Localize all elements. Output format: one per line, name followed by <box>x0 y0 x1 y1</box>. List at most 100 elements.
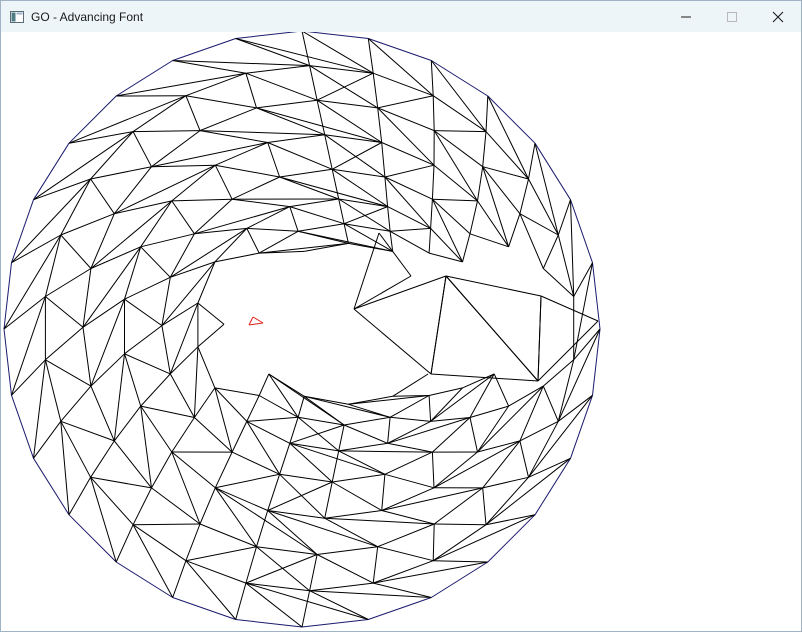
mesh-edge <box>331 450 340 483</box>
mesh-edge <box>431 198 463 263</box>
mesh-edge <box>44 234 62 297</box>
mesh-edge <box>353 308 432 375</box>
mesh-edge <box>557 328 601 422</box>
mesh-edge <box>316 554 374 584</box>
mesh-edge <box>169 346 199 375</box>
mesh-edge <box>82 327 92 387</box>
boundary-edge <box>368 38 432 61</box>
mesh-edge <box>298 223 345 232</box>
mesh-edge <box>430 60 434 96</box>
mesh-edge <box>185 72 247 97</box>
mesh-edge <box>115 524 134 563</box>
mesh-edge <box>519 385 544 442</box>
mesh-edge <box>389 230 430 254</box>
mesh-edge <box>185 546 257 562</box>
mesh-edge <box>384 164 435 178</box>
mesh-edge <box>289 424 345 444</box>
mesh-edge <box>432 524 487 562</box>
mesh-edge <box>432 95 487 133</box>
mesh-edge <box>214 451 233 489</box>
mesh-edge <box>344 416 391 426</box>
boundary-edge <box>11 395 34 459</box>
mesh-edge <box>433 164 478 202</box>
mesh-edge <box>338 424 345 452</box>
mesh-edge <box>193 387 216 418</box>
mesh-edge <box>508 213 521 247</box>
mesh-edge <box>268 373 345 426</box>
mesh-edge <box>482 131 487 167</box>
mesh-edge <box>172 60 310 67</box>
mesh-edge <box>537 295 542 382</box>
mesh-edge <box>214 164 233 200</box>
mesh-canvas[interactable] <box>1 32 801 631</box>
mesh-edge <box>381 474 386 511</box>
mesh-edge <box>377 546 434 562</box>
mesh-edge <box>90 200 173 269</box>
mesh-edge <box>245 554 318 584</box>
boundary-edge <box>487 95 536 144</box>
mesh-edge <box>377 95 434 109</box>
mesh-edge <box>171 417 195 453</box>
mesh-edge <box>324 481 333 519</box>
mesh-edge <box>279 176 339 200</box>
mesh-edge <box>256 546 318 555</box>
mesh-edge <box>519 213 544 269</box>
mesh-edge <box>331 142 382 170</box>
mesh-edge <box>428 395 432 422</box>
mesh-edge <box>60 385 92 422</box>
mesh-edge <box>309 554 318 591</box>
mesh-edge <box>68 95 187 144</box>
boundary-edge <box>11 199 34 263</box>
mesh-edge <box>169 233 195 278</box>
mesh-edge <box>387 206 431 229</box>
mesh-edge <box>194 417 233 453</box>
boundary-edge <box>534 142 571 200</box>
mesh-edge <box>197 261 216 304</box>
mesh-edge <box>432 198 478 202</box>
mesh-edge <box>124 353 142 407</box>
minimize-button[interactable] <box>663 1 709 32</box>
close-button[interactable] <box>755 1 801 32</box>
mesh-edge <box>185 95 257 109</box>
mesh-edge <box>289 206 345 225</box>
mesh-edge <box>267 474 281 511</box>
window-controls <box>663 1 801 32</box>
mesh-edge <box>338 450 433 453</box>
title-bar[interactable]: GO - Advancing Font <box>1 1 801 32</box>
mesh-edge <box>469 200 478 234</box>
mesh-edge <box>324 517 378 548</box>
mesh-edge <box>390 416 431 422</box>
mesh-edge <box>332 168 385 178</box>
mesh-edge <box>124 276 171 300</box>
mesh-edge <box>462 233 471 263</box>
mesh-edge <box>140 373 171 407</box>
mesh-edge <box>377 107 383 143</box>
mesh-edge <box>116 72 246 97</box>
mesh-edge <box>246 395 260 422</box>
mesh-edge <box>387 417 391 444</box>
mesh-edge <box>161 325 171 374</box>
mesh-edge <box>33 359 46 459</box>
mesh-edge <box>431 165 435 200</box>
mesh-edge <box>384 473 435 489</box>
mesh-edge <box>246 228 260 254</box>
mesh-edge <box>477 385 544 453</box>
mesh-edge <box>477 200 510 248</box>
mesh-edge <box>542 359 575 387</box>
boundary-edge <box>487 514 536 563</box>
close-icon <box>772 11 784 22</box>
mesh-edge <box>372 73 379 108</box>
mesh-edge <box>245 582 303 628</box>
mesh-edge <box>324 510 382 519</box>
mesh-edge <box>33 131 134 201</box>
mesh-edge <box>373 560 434 584</box>
maximize-button[interactable] <box>709 1 755 32</box>
mesh-edge <box>279 176 388 208</box>
mesh-edge <box>542 385 559 422</box>
mesh-edge <box>432 417 471 453</box>
mesh-edge <box>384 176 433 200</box>
mesh-edge <box>430 228 463 263</box>
mesh-edge <box>432 514 536 562</box>
mesh-edge <box>469 417 478 453</box>
mesh-edge <box>11 178 91 264</box>
